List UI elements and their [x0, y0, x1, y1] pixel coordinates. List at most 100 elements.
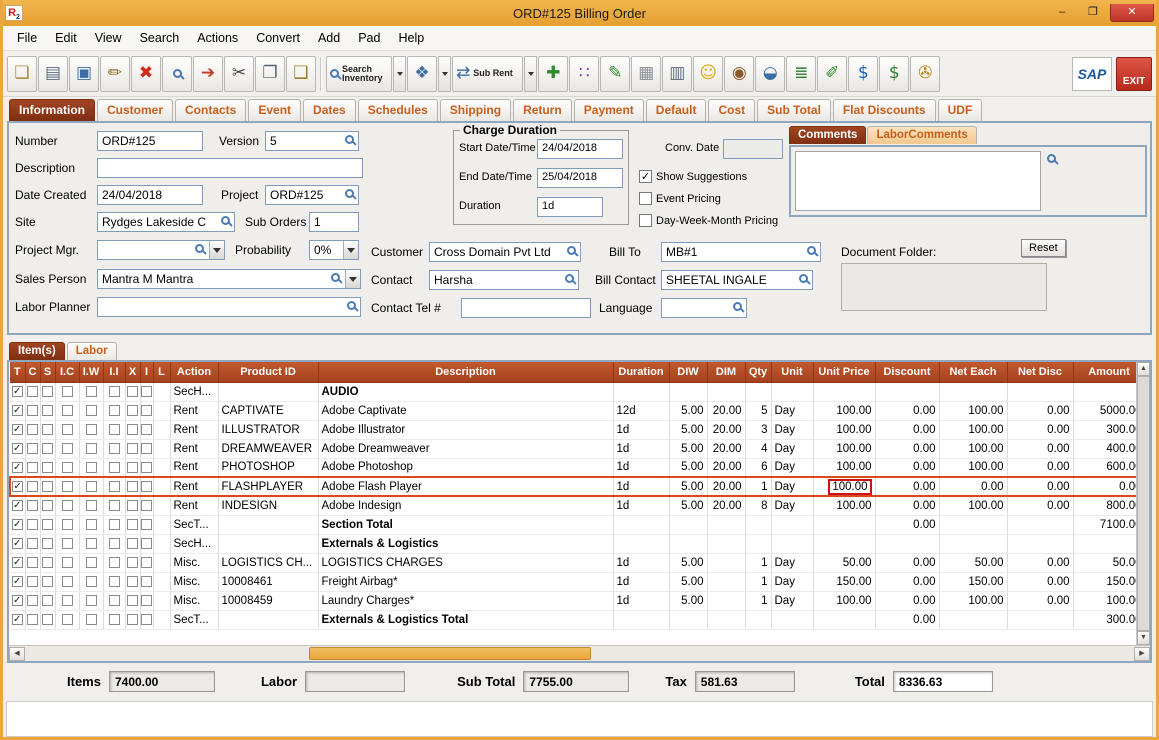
row-checkbox[interactable]: ✓ — [12, 500, 23, 511]
row-checkbox[interactable] — [141, 386, 152, 397]
comments-textarea[interactable] — [795, 151, 1041, 211]
row-checkbox[interactable] — [141, 481, 152, 492]
delete-icon[interactable]: ✖ — [131, 56, 161, 92]
checkbox-icon[interactable] — [639, 214, 652, 227]
photo-icon[interactable]: ◉ — [724, 56, 754, 92]
sub-rent-button[interactable]: ⇄Sub Rent — [452, 56, 523, 92]
end-datetime-field[interactable]: 25/04/2018 — [537, 168, 623, 188]
column-header-s[interactable]: S — [40, 362, 55, 382]
row-checkbox[interactable] — [42, 405, 53, 416]
labor-total-field[interactable] — [305, 671, 405, 692]
column-header-duration[interactable]: Duration — [613, 362, 669, 382]
row-checkbox[interactable] — [109, 462, 120, 473]
tab-labor-comments[interactable]: LaborComments — [867, 126, 976, 144]
menu-item-file[interactable]: File — [9, 28, 45, 48]
row-checkbox[interactable]: ✓ — [12, 462, 23, 473]
tab-event[interactable]: Event — [248, 99, 301, 121]
row-checkbox[interactable] — [86, 424, 97, 435]
horizontal-scrollbar[interactable]: ◀ ▶ — [9, 645, 1150, 661]
show-suggestions-checkbox[interactable]: ✓Show Suggestions — [639, 170, 747, 183]
search-icon[interactable] — [1047, 154, 1056, 163]
row-checkbox[interactable] — [86, 481, 97, 492]
items-total-field[interactable]: 7400.00 — [109, 671, 215, 692]
row-checkbox[interactable] — [127, 519, 138, 530]
row-checkbox[interactable] — [109, 386, 120, 397]
row-checkbox[interactable] — [141, 576, 152, 587]
row-checkbox[interactable]: ✓ — [12, 576, 23, 587]
row-checkbox[interactable] — [42, 576, 53, 587]
row-checkbox[interactable] — [42, 386, 53, 397]
contact-tel-field[interactable] — [461, 298, 591, 318]
row-checkbox[interactable] — [141, 519, 152, 530]
column-header-i-c[interactable]: I.C — [55, 362, 79, 382]
row-checkbox[interactable]: ✓ — [12, 595, 23, 606]
column-header-action[interactable]: Action — [170, 362, 218, 382]
row-checkbox[interactable] — [42, 443, 53, 454]
sub-rent-dropdown[interactable] — [524, 56, 537, 92]
labor-planner-field[interactable] — [97, 297, 361, 317]
row-checkbox[interactable] — [62, 519, 73, 530]
row-checkbox[interactable]: ✓ — [12, 443, 23, 454]
project-mgr-combo[interactable] — [97, 240, 225, 260]
row-checkbox[interactable] — [86, 443, 97, 454]
print-icon[interactable]: ▤ — [38, 56, 68, 92]
scroll-right-icon[interactable]: ▶ — [1134, 647, 1150, 661]
search-icon[interactable] — [807, 246, 816, 255]
version-field[interactable]: 5 — [265, 131, 359, 151]
tab-schedules[interactable]: Schedules — [358, 99, 438, 121]
row-checkbox[interactable] — [141, 595, 152, 606]
row-checkbox[interactable] — [141, 405, 152, 416]
table-row[interactable]: ✓RentDREAMWEAVERAdobe Dreamweaver1d5.002… — [10, 439, 1136, 458]
close-button[interactable]: ✕ — [1110, 4, 1154, 22]
tab-cost[interactable]: Cost — [708, 99, 755, 121]
row-checkbox[interactable] — [27, 595, 38, 606]
row-checkbox[interactable] — [62, 424, 73, 435]
tab-comments[interactable]: Comments — [789, 126, 866, 144]
language-field[interactable] — [661, 298, 747, 318]
row-checkbox[interactable] — [62, 576, 73, 587]
table-row[interactable]: ✓SecH...AUDIO — [10, 382, 1136, 401]
chevron-down-icon[interactable] — [343, 241, 358, 259]
horizontal-scroll-thumb[interactable] — [309, 647, 591, 660]
row-checkbox[interactable] — [127, 386, 138, 397]
catalog-dropdown[interactable] — [438, 56, 451, 92]
row-checkbox[interactable] — [27, 405, 38, 416]
paste-icon[interactable]: ❑ — [286, 56, 316, 92]
probability-combo[interactable]: 0% — [309, 240, 359, 260]
row-checkbox[interactable]: ✓ — [12, 424, 23, 435]
row-checkbox[interactable] — [127, 614, 138, 625]
column-header-discount[interactable]: Discount — [875, 362, 939, 382]
reset-button[interactable]: Reset — [1021, 239, 1066, 257]
search-inventory-button[interactable]: Search Inventory — [326, 56, 392, 92]
row-checkbox[interactable] — [27, 538, 38, 549]
row-checkbox[interactable] — [86, 462, 97, 473]
description-field[interactable] — [97, 158, 363, 178]
row-checkbox[interactable] — [109, 576, 120, 587]
row-checkbox[interactable] — [27, 424, 38, 435]
row-checkbox[interactable] — [27, 462, 38, 473]
row-checkbox[interactable] — [27, 500, 38, 511]
duration-field[interactable]: 1d — [537, 197, 603, 217]
table-row[interactable]: ✓Misc.10008461Freight Airbag*1d5.001Day1… — [10, 572, 1136, 591]
row-checkbox[interactable] — [86, 614, 97, 625]
tab-dates[interactable]: Dates — [303, 99, 356, 121]
row-checkbox[interactable] — [127, 595, 138, 606]
smiley-icon[interactable]: ☺ — [693, 56, 723, 92]
bill-contact-field[interactable]: SHEETAL INGALE — [661, 270, 813, 290]
vertical-scroll-thumb[interactable] — [1137, 376, 1150, 631]
search-icon[interactable] — [195, 244, 204, 253]
menu-item-convert[interactable]: Convert — [248, 28, 308, 48]
fax-print-icon[interactable]: ▥ — [662, 56, 692, 92]
project-field[interactable]: ORD#125 — [265, 185, 359, 205]
tab-sub-total[interactable]: Sub Total — [757, 99, 831, 121]
column-header-product-id[interactable]: Product ID — [218, 362, 318, 382]
row-checkbox[interactable] — [141, 557, 152, 568]
row-checkbox[interactable] — [141, 614, 152, 625]
row-checkbox[interactable] — [109, 595, 120, 606]
sub-orders-field[interactable]: 1 — [309, 212, 359, 232]
row-checkbox[interactable] — [42, 519, 53, 530]
row-checkbox[interactable] — [127, 481, 138, 492]
bill-to-field[interactable]: MB#1 — [661, 242, 821, 262]
row-checkbox[interactable] — [109, 557, 120, 568]
row-checkbox[interactable] — [27, 386, 38, 397]
